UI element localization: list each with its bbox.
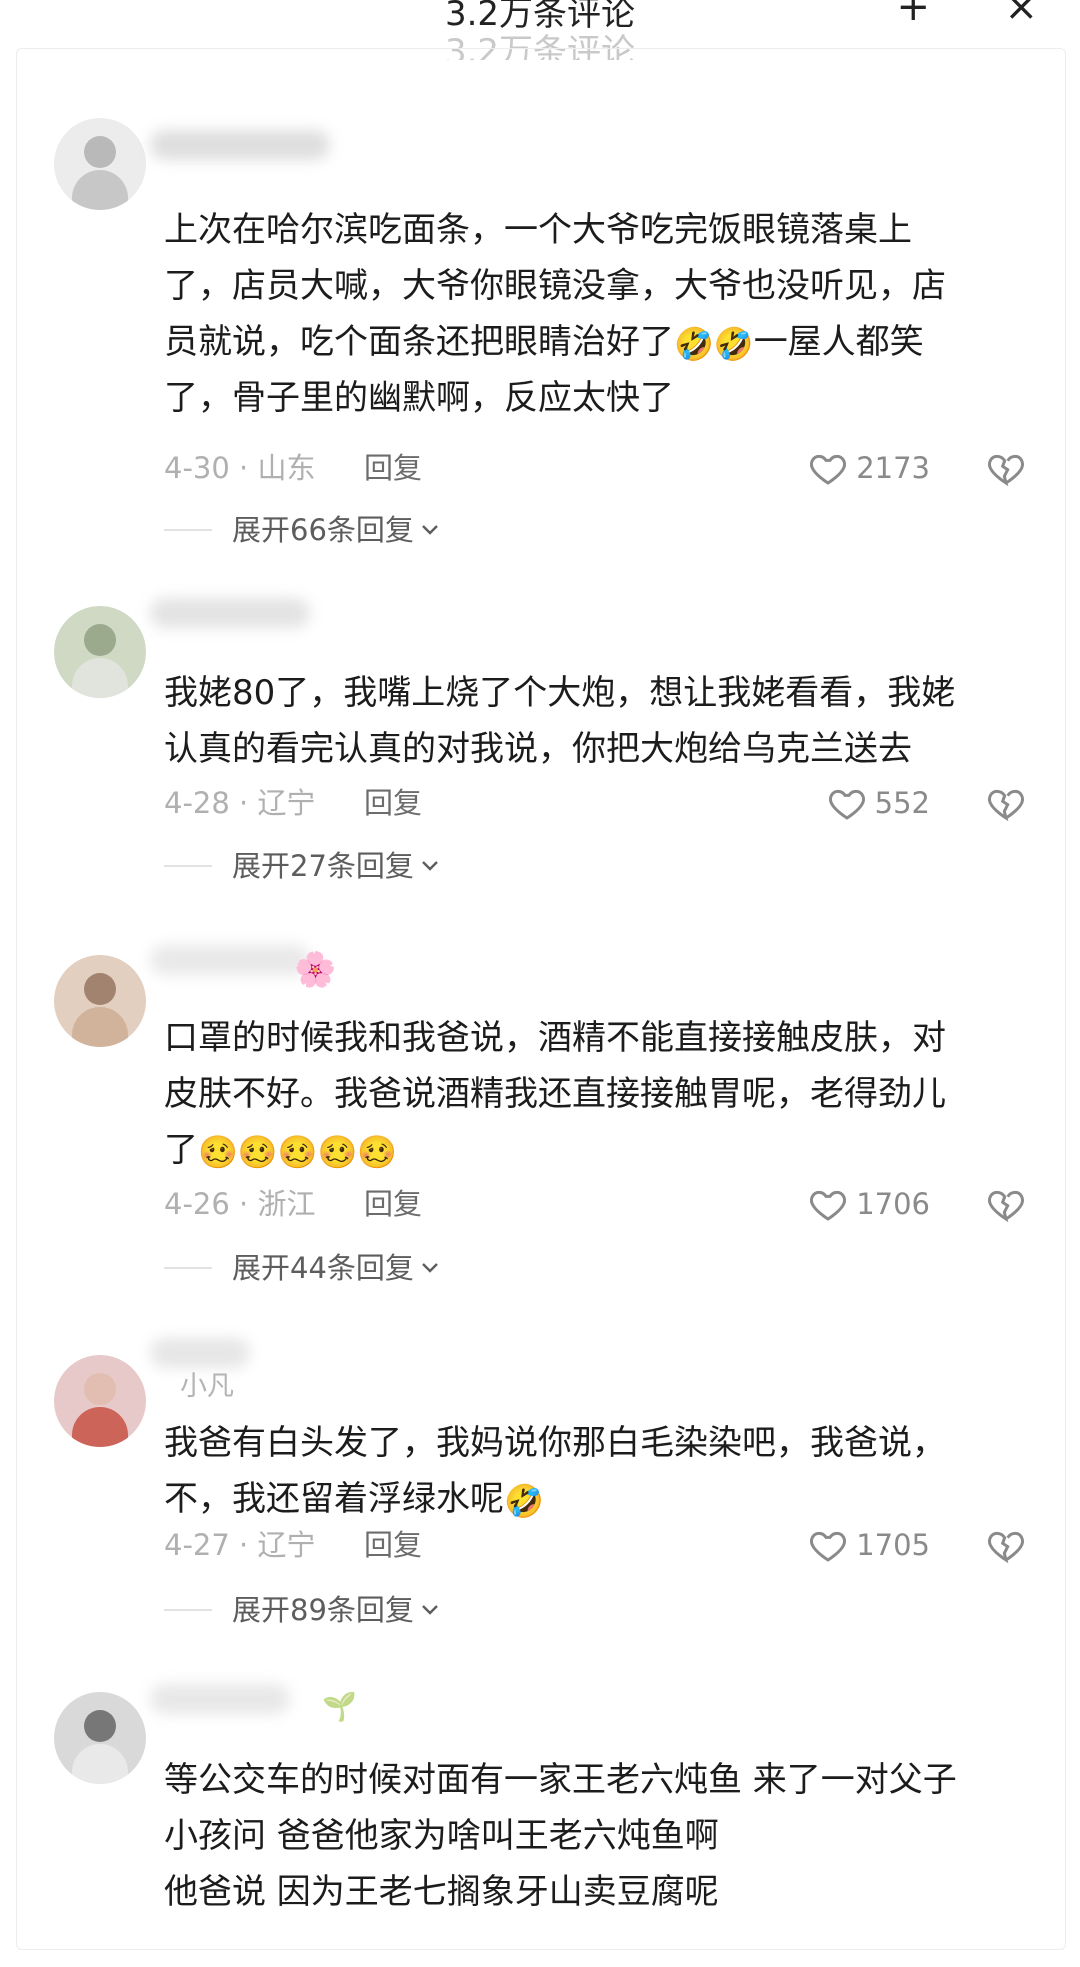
flower-icon: 🌸 — [294, 950, 337, 990]
like-button[interactable]: 552 — [827, 783, 930, 823]
comment-text: 我姥80了，我嘴上烧了个大炮，想让我姥看看，我姥 认真的看完认真的对我说，你把大… — [164, 665, 1024, 777]
comment-line: 我爸有白头发了，我妈说你那白毛染染吧，我爸说， — [164, 1423, 946, 1463]
avatar[interactable] — [54, 118, 146, 210]
chevron-down-icon — [422, 1263, 438, 1273]
expand-replies-label: 展开66条回复 — [232, 513, 414, 547]
expand-replies-button[interactable]: 展开44条回复 — [164, 1248, 440, 1288]
comment-line: 认真的看完认真的对我说，你把大炮给乌克兰送去 — [164, 729, 912, 769]
heart-icon — [828, 789, 865, 820]
avatar[interactable] — [54, 955, 146, 1047]
avatar[interactable] — [54, 1692, 146, 1784]
comment-line: 皮肤不好。我爸说酒精我还直接接触胃呢，老得劲儿 — [164, 1074, 946, 1114]
avatar-face — [84, 624, 116, 656]
comment-line-text: 一屋人都笑 — [753, 322, 924, 362]
comment-line: 上次在哈尔滨吃面条，一个大爷吃完饭眼镜落桌上 — [164, 210, 912, 250]
reply-button[interactable]: 回复 — [364, 448, 422, 488]
broken-heart-icon[interactable] — [986, 1184, 1026, 1224]
avatar-face — [84, 973, 116, 1005]
comment-line-text: 了 — [164, 1130, 198, 1170]
heart-icon — [810, 1190, 847, 1221]
avatar-body — [72, 170, 128, 210]
broken-heart-icon[interactable] — [986, 1525, 1026, 1565]
dizzy-face-emoji: 🥴 — [277, 1133, 318, 1171]
comment-date-location: 4-30 · 山东 — [164, 451, 316, 485]
laughing-crying-emoji: 🤣 — [504, 1482, 544, 1520]
like-count: 1706 — [856, 1187, 930, 1221]
comment-line: 我姥80了，我嘴上烧了个大炮，想让我姥看看，我姥 — [164, 673, 956, 713]
comment-meta: 4-27 · 辽宁 回复 — [164, 1525, 422, 1565]
like-count: 1705 — [856, 1528, 930, 1562]
comment-line: 他爸说 因为王老七搁象牙山卖豆腐呢 — [164, 1872, 719, 1912]
avatar-face — [84, 136, 116, 168]
laughing-crying-emoji: 🤣 — [713, 325, 754, 363]
comment-line: 员就说，吃个面条还把眼睛治好了🤣🤣一屋人都笑 — [164, 314, 1024, 370]
close-icon[interactable]: × — [1004, 0, 1038, 30]
comment-date-location: 4-26 · 浙江 — [164, 1187, 316, 1221]
divider — [164, 865, 212, 867]
comment-line: 小孩问 爸爸他家为啥叫王老六炖鱼啊 — [164, 1816, 719, 1856]
username[interactable]: 小凡 — [180, 1364, 234, 1403]
reply-button[interactable]: 回复 — [364, 783, 422, 823]
dizzy-face-emoji: 🥴 — [357, 1133, 398, 1171]
comment-text: 我爸有白头发了，我妈说你那白毛染染吧，我爸说， 不，我还留着浮绿水呢🤣 — [164, 1415, 1024, 1527]
comment-line: 不，我还留着浮绿水呢🤣 — [164, 1471, 1024, 1527]
reply-button[interactable]: 回复 — [364, 1525, 422, 1565]
chevron-down-icon — [422, 861, 438, 871]
expand-replies-label: 展开89条回复 — [232, 1593, 414, 1627]
divider — [164, 1267, 212, 1269]
reply-button[interactable]: 回复 — [364, 1184, 422, 1224]
dizzy-face-emoji: 🥴 — [237, 1133, 278, 1171]
chevron-down-icon — [422, 525, 438, 535]
comment-meta: 4-28 · 辽宁 回复 — [164, 783, 422, 823]
comment-line: 了，骨子里的幽默啊，反应太快了 — [164, 378, 674, 418]
comment-text: 等公交车的时候对面有一家王老六炖鱼 来了一对父子 小孩问 爸爸他家为啥叫王老六炖… — [164, 1752, 1024, 1920]
comment-date-location: 4-27 · 辽宁 — [164, 1528, 316, 1562]
avatar-body — [72, 1407, 128, 1447]
comment-line: 了，店员大喊，大爷你眼镜没拿，大爷也没听见，店 — [164, 266, 946, 306]
avatar[interactable] — [54, 606, 146, 698]
avatar-face — [84, 1710, 116, 1742]
dizzy-face-emoji: 🥴 — [317, 1133, 358, 1171]
broken-heart-icon[interactable] — [986, 448, 1026, 488]
comment-line-text: 员就说，吃个面条还把眼睛治好了 — [164, 322, 674, 362]
avatar-body — [72, 658, 128, 698]
comment-line: 了🥴🥴🥴🥴🥴 — [164, 1122, 1024, 1178]
username-blurred[interactable] — [150, 130, 330, 160]
expand-replies-label: 展开27条回复 — [232, 849, 414, 883]
chevron-down-icon — [422, 1605, 438, 1615]
comment-text: 上次在哈尔滨吃面条，一个大爷吃完饭眼镜落桌上 了，店员大喊，大爷你眼镜没拿，大爷… — [164, 202, 1024, 426]
username-blurred[interactable] — [150, 1684, 290, 1714]
avatar-face — [84, 1373, 116, 1405]
avatar[interactable] — [54, 1355, 146, 1447]
like-button[interactable]: 1705 — [808, 1525, 930, 1565]
broken-heart-icon[interactable] — [986, 783, 1026, 823]
heart-icon — [810, 454, 847, 485]
username-blurred[interactable] — [150, 945, 310, 975]
comment-line: 等公交车的时候对面有一家王老六炖鱼 来了一对父子 — [164, 1760, 957, 1800]
add-icon[interactable]: + — [896, 0, 930, 30]
expand-replies-button[interactable]: 展开66条回复 — [164, 510, 440, 550]
like-button[interactable]: 2173 — [808, 448, 930, 488]
heart-icon — [810, 1531, 847, 1562]
comment-line: 口罩的时候我和我爸说，酒精不能直接接触皮肤，对 — [164, 1018, 946, 1058]
expand-replies-button[interactable]: 展开27条回复 — [164, 846, 440, 886]
username-blurred[interactable] — [150, 598, 310, 628]
comment-date-location: 4-28 · 辽宁 — [164, 786, 316, 820]
like-button[interactable]: 1706 — [808, 1184, 930, 1224]
avatar-body — [72, 1007, 128, 1047]
like-count: 2173 — [856, 451, 930, 485]
avatar-body — [72, 1744, 128, 1784]
comment-meta: 4-30 · 山东 回复 — [164, 448, 422, 488]
expand-replies-label: 展开44条回复 — [232, 1251, 414, 1285]
laughing-crying-emoji: 🤣 — [674, 325, 714, 363]
comment-text: 口罩的时候我和我爸说，酒精不能直接接触皮肤，对 皮肤不好。我爸说酒精我还直接接触… — [164, 1010, 1024, 1178]
divider — [164, 529, 212, 531]
dizzy-face-emoji: 🥴 — [198, 1133, 238, 1171]
sprout-icon: 🌱 — [322, 1690, 357, 1723]
comment-line-text: 不，我还留着浮绿水呢 — [164, 1479, 504, 1519]
like-count: 552 — [874, 786, 930, 820]
divider — [164, 1609, 212, 1611]
comment-meta: 4-26 · 浙江 回复 — [164, 1184, 422, 1224]
expand-replies-button[interactable]: 展开89条回复 — [164, 1590, 440, 1630]
